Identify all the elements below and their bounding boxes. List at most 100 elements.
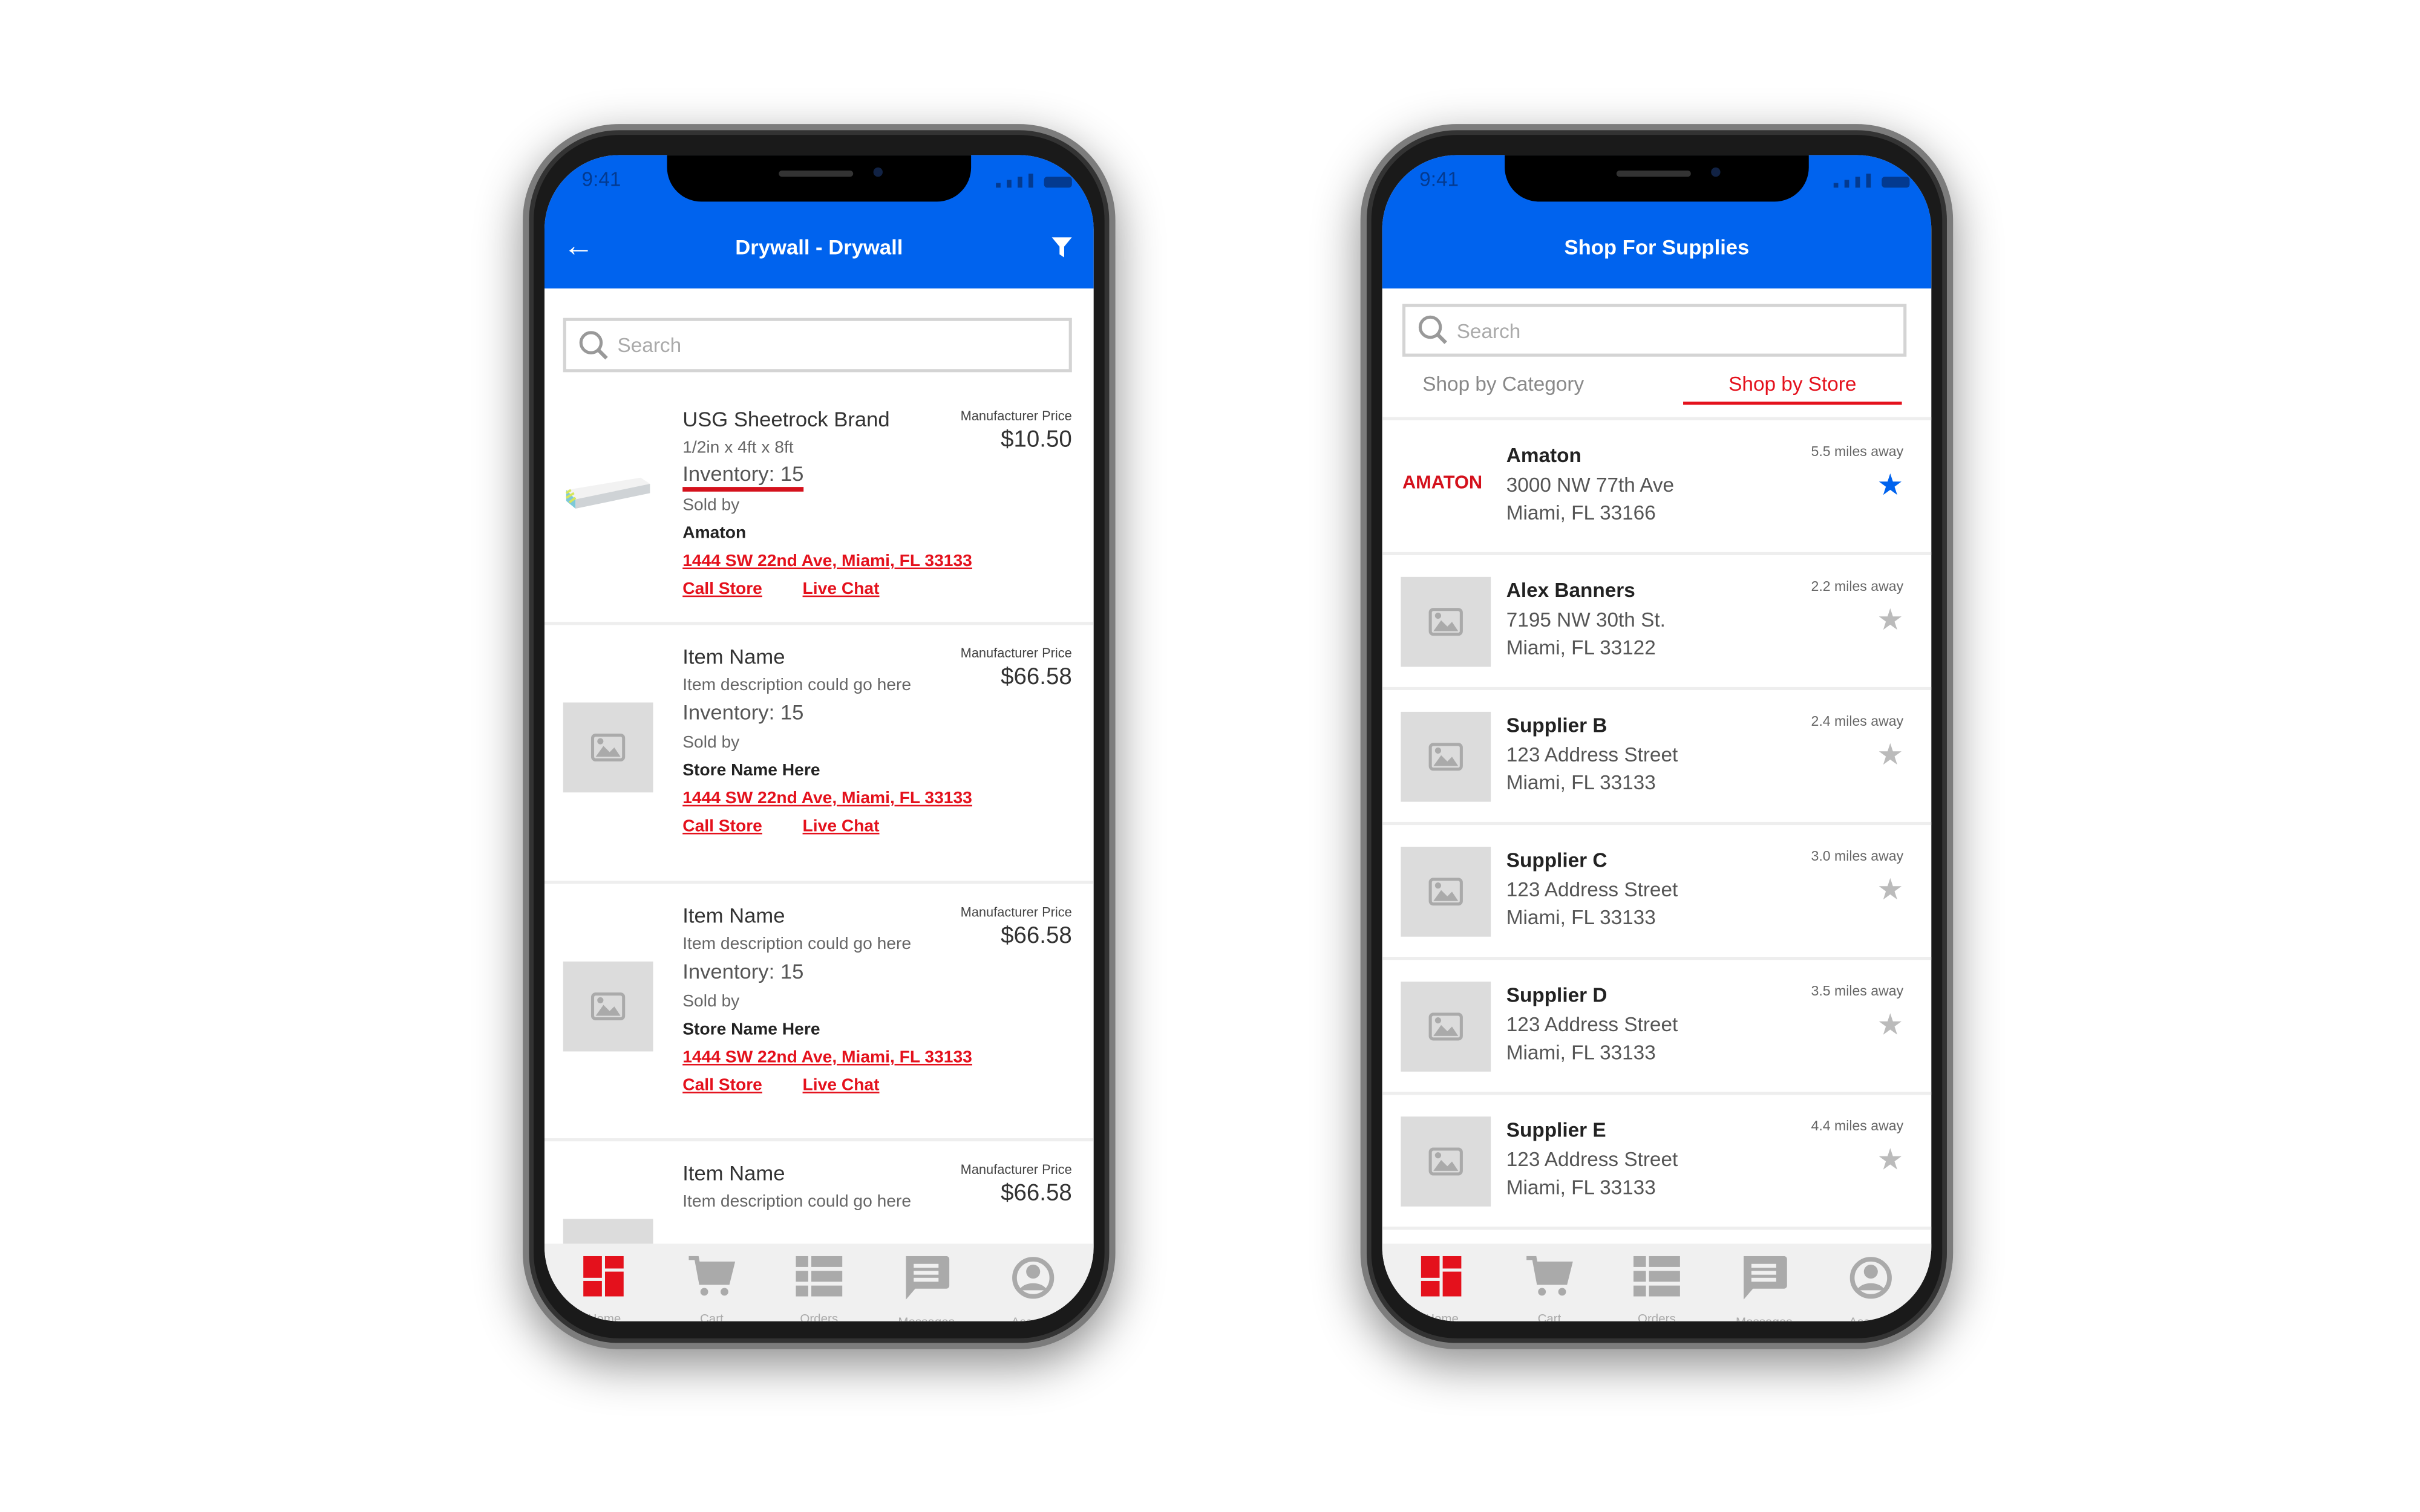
store-name: Supplier D: [1506, 983, 1607, 1007]
store-image: [1401, 1116, 1491, 1207]
nav-cart[interactable]: Cart: [1503, 1243, 1596, 1321]
favorite-star-icon[interactable]: ★: [1877, 738, 1903, 774]
nav-label: Messages: [1736, 1315, 1793, 1321]
product-price: $66.58: [1001, 1180, 1072, 1207]
price-label: Manufacturer Price: [960, 408, 1072, 423]
product-name: Item Name: [682, 1161, 785, 1185]
store-address-line2: Miami, FL 33133: [1506, 1175, 1656, 1199]
page-title: Shop For Supplies: [1564, 235, 1750, 259]
call-store-link[interactable]: Call Store: [682, 580, 762, 599]
search-placeholder: Search: [1456, 318, 1521, 342]
message-icon: [903, 1256, 950, 1308]
phone-shop-by-store: 9:41 Shop For Supplies Search Shop by Ca…: [1360, 124, 1954, 1349]
inventory-count: Inventory: 15: [682, 960, 804, 983]
drywall-image: [565, 477, 650, 509]
favorite-star-icon[interactable]: ★: [1877, 1143, 1903, 1179]
favorite-star-icon[interactable]: ★: [1877, 603, 1903, 639]
store-list-item[interactable]: Alex Banners 7195 NW 30th St. Miami, FL 33…: [1382, 555, 1932, 691]
favorite-star-icon[interactable]: ★: [1877, 873, 1903, 909]
store-image: [1401, 846, 1491, 937]
nav-account[interactable]: Account: [1825, 1243, 1918, 1321]
product-description: Item description could go here: [682, 676, 912, 695]
search-input[interactable]: Search: [1402, 304, 1907, 357]
product-name: Item Name: [682, 645, 785, 669]
product-image: [563, 468, 653, 523]
account-icon: [1012, 1256, 1056, 1308]
product-list-item[interactable]: Item Name Item description could go here…: [544, 625, 1094, 884]
filter-icon[interactable]: [1051, 237, 1072, 258]
store-list-item[interactable]: Supplier C 123 Address Street Miami, FL 33…: [1382, 825, 1932, 960]
account-icon: [1849, 1256, 1893, 1308]
store-list-item[interactable]: Supplier D 123 Address Street Miami, FL 33…: [1382, 960, 1932, 1095]
store-address-line1: 123 Address Street: [1506, 876, 1678, 901]
store-name: Supplier E: [1506, 1118, 1606, 1142]
store-name: Store Name Here: [682, 1020, 820, 1039]
search-icon: [1418, 315, 1447, 344]
list-icon: [796, 1256, 843, 1304]
nav-label: Orders: [800, 1312, 839, 1321]
dashboard-icon: [583, 1256, 626, 1304]
favorite-star-icon[interactable]: ★: [1877, 468, 1903, 504]
search-input[interactable]: Search: [563, 318, 1072, 373]
store-image: [1401, 711, 1491, 802]
live-chat-link[interactable]: Live Chat: [803, 1076, 880, 1095]
store-name: Supplier B: [1506, 713, 1607, 737]
store-address-line2: Miami, FL 33133: [1506, 771, 1656, 794]
store-image: [1401, 576, 1491, 667]
nav-orders[interactable]: Orders: [773, 1243, 866, 1321]
image-placeholder-icon: [1428, 743, 1463, 771]
store-logo: AMATON: [1402, 471, 1483, 494]
product-price: $66.58: [1001, 663, 1072, 691]
store-list-item[interactable]: Supplier E 123 Address Street Miami, FL 33…: [1382, 1095, 1932, 1230]
sold-by-label: Sold by: [682, 992, 740, 1011]
price-label: Manufacturer Price: [960, 1161, 1072, 1178]
store-address-link[interactable]: 1444 SW 22nd Ave, Miami, FL 33133: [682, 789, 972, 808]
live-chat-link[interactable]: Live Chat: [803, 817, 880, 836]
nav-label: Messages: [898, 1315, 955, 1321]
call-store-link[interactable]: Call Store: [682, 1076, 762, 1095]
nav-label: Home: [1425, 1312, 1459, 1321]
nav-home[interactable]: Home: [1396, 1243, 1489, 1321]
image-placeholder-icon: [1428, 878, 1463, 906]
nav-messages[interactable]: Messages: [880, 1243, 973, 1321]
nav-messages[interactable]: Messages: [1718, 1243, 1811, 1321]
nav-label: Orders: [1638, 1312, 1676, 1321]
cart-icon: [688, 1255, 735, 1304]
store-address-line2: Miami, FL 33133: [1506, 1040, 1656, 1064]
product-list-item[interactable]: USG Sheetrock Brand 1/2in x 4ft x 8ft Inv…: [544, 388, 1094, 625]
store-list-item[interactable]: AMATON Amaton 3000 NW 77th Ave Miami, FL 33…: [1382, 420, 1932, 555]
sold-by-label: Sold by: [682, 733, 740, 752]
notch: [1505, 155, 1809, 202]
store-address-link[interactable]: 1444 SW 22nd Ave, Miami, FL 33133: [682, 1048, 972, 1067]
nav-account[interactable]: Account: [987, 1243, 1081, 1321]
sold-by-label: Sold by: [682, 496, 740, 515]
product-price: $10.50: [1001, 426, 1072, 453]
page-title: Drywall - Drywall: [735, 235, 903, 259]
inventory-count: Inventory: 15: [682, 462, 804, 492]
store-address-line1: 7195 NW 30th St.: [1506, 607, 1666, 631]
store-list-item[interactable]: Supplier B 123 Address Street Miami, FL 33…: [1382, 690, 1932, 826]
call-store-link[interactable]: Call Store: [682, 817, 762, 836]
image-placeholder-icon: [1428, 608, 1463, 636]
notch: [667, 155, 972, 202]
tab-shop-by-category[interactable]: Shop by Category: [1422, 372, 1584, 395]
product-description: Item description could go here: [682, 1192, 912, 1211]
store-distance: 4.4 miles away: [1811, 1118, 1904, 1134]
screen: 9:41 ← Drywall - Drywall Search USG Shee…: [544, 155, 1094, 1321]
nav-home[interactable]: Home: [558, 1243, 651, 1321]
tab-shop-by-store[interactable]: Shop by Store: [1683, 372, 1902, 405]
live-chat-link[interactable]: Live Chat: [803, 580, 880, 599]
store-distance: 2.2 miles away: [1811, 578, 1904, 595]
favorite-star-icon[interactable]: ★: [1877, 1008, 1903, 1044]
product-list-item[interactable]: Item Name Item description could go here…: [544, 884, 1094, 1142]
status-time: 9:41: [581, 167, 621, 191]
screen: 9:41 Shop For Supplies Search Shop by Ca…: [1382, 155, 1932, 1321]
nav-label: Home: [587, 1312, 621, 1321]
nav-orders[interactable]: Orders: [1610, 1243, 1703, 1321]
store-address-line1: 123 Address Street: [1506, 741, 1678, 766]
nav-cart[interactable]: Cart: [665, 1243, 758, 1321]
status-icons: [996, 174, 1072, 188]
store-address-link[interactable]: 1444 SW 22nd Ave, Miami, FL 33133: [682, 552, 972, 571]
store-name: Amaton: [1506, 443, 1581, 467]
image-placeholder-icon: [1428, 1147, 1463, 1176]
